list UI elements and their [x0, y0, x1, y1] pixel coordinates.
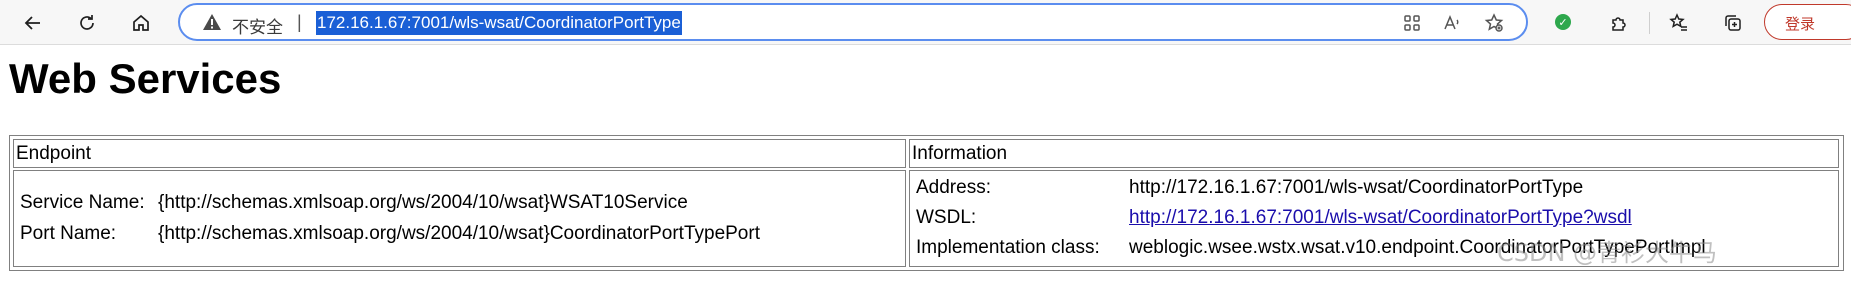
wsdl-label: WSDL: [916, 207, 977, 228]
address-separator: | [297, 12, 302, 32]
favorites-list-icon[interactable] [1662, 6, 1696, 40]
implementation-class-label: Implementation class: [916, 237, 1100, 258]
back-arrow-icon[interactable] [16, 6, 50, 40]
add-favorite-icon[interactable] [1483, 12, 1505, 34]
wsdl-link[interactable]: http://172.16.1.67:7001/wls-wsat/Coordin… [1129, 207, 1632, 229]
collections-icon[interactable] [1716, 6, 1750, 40]
home-icon[interactable] [124, 6, 158, 40]
service-name-label: Service Name: [20, 192, 145, 213]
extension-check-icon[interactable]: ✓ [1555, 14, 1571, 30]
login-label: 登录 [1785, 15, 1816, 33]
csdn-watermark: CSDN @青衫大牛马 [1497, 239, 1718, 267]
endpoint-cell: Service Name: {http://schemas.xmlsoap.or… [13, 170, 906, 267]
warning-triangle-icon[interactable] [202, 13, 222, 31]
information-header-cell: Information [909, 139, 1839, 168]
port-name-label: Port Name: [20, 223, 117, 244]
browser-toolbar: 不安全 | 172.16.1.67:7001/wls-wsat/Coordina… [0, 0, 1851, 45]
information-header: Information [912, 143, 1008, 164]
login-button[interactable]: 登录 [1764, 4, 1851, 40]
refresh-icon[interactable] [70, 6, 104, 40]
toolbar-divider [1649, 12, 1650, 34]
service-name-value: {http://schemas.xmlsoap.org/ws/2004/10/w… [158, 192, 688, 213]
address-label: Address: [916, 177, 991, 198]
endpoint-header: Endpoint [16, 143, 92, 164]
port-name-value: {http://schemas.xmlsoap.org/ws/2004/10/w… [158, 223, 760, 244]
read-aloud-icon[interactable] [1441, 12, 1463, 34]
apps-grid-icon[interactable] [1401, 12, 1423, 34]
page-title: Web Services [9, 55, 282, 102]
url-input[interactable]: 172.16.1.67:7001/wls-wsat/CoordinatorPor… [316, 11, 682, 35]
insecure-label[interactable]: 不安全 [232, 13, 283, 38]
address-bar[interactable]: 不安全 | 172.16.1.67:7001/wls-wsat/Coordina… [178, 3, 1528, 41]
address-value: http://172.16.1.67:7001/wls-wsat/Coordin… [1129, 177, 1584, 198]
puzzle-extensions-icon[interactable] [1602, 6, 1636, 40]
endpoint-header-cell: Endpoint [13, 139, 906, 168]
